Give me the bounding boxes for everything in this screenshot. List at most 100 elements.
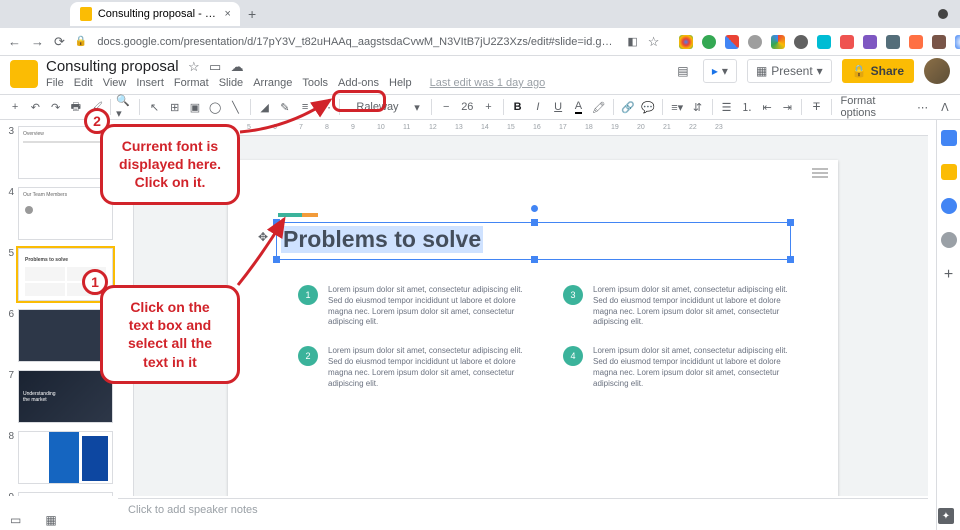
align-button[interactable]: ≡▾ [668,97,686,117]
title-textbox[interactable]: Problems to solve [276,222,791,260]
tasks-icon[interactable] [941,198,957,214]
tab-title: Consulting proposal - Google [98,8,219,20]
close-tab-icon[interactable]: × [225,8,230,20]
ext-icon[interactable] [748,35,762,49]
account-avatar[interactable] [924,58,950,84]
slideshow-dropdown[interactable]: ▸ ▾ [703,59,737,83]
increase-indent-button[interactable]: ⇥ [778,97,796,117]
last-edit-link[interactable]: Last edit was 1 day ago [430,77,546,89]
content-item[interactable]: 2Lorem ipsum dolor sit amet, consectetur… [298,346,533,389]
font-dropdown-icon[interactable]: ▾ [408,97,426,117]
decrease-indent-button[interactable]: ⇤ [758,97,776,117]
format-options-button[interactable]: Format options [837,95,912,119]
slide-thumbnail[interactable]: Understandingthe market [18,370,113,423]
filmstrip-view-icon[interactable]: ▭ [10,513,21,527]
undo-button[interactable]: ↶ [26,97,44,117]
ext-icon[interactable] [771,35,785,49]
docs-header: Consulting proposal ☆ ▭ ☁ FileEditViewIn… [0,56,960,94]
underline-button[interactable]: U [549,97,567,117]
textbox-tool[interactable]: ⊞ [166,97,184,117]
grid-view-icon[interactable]: ▦ [45,513,56,527]
forward-button[interactable]: → [31,34,44,49]
comments-icon[interactable]: ▤ [673,61,693,81]
print-button[interactable]: 🖶 [67,97,85,117]
slide-menu-icon[interactable] [812,168,828,178]
decrease-font-button[interactable]: − [437,97,455,117]
ext-icon[interactable] [909,35,923,49]
ext-icon[interactable] [794,35,808,49]
increase-font-button[interactable]: + [479,97,497,117]
redo-button[interactable]: ↷ [47,97,65,117]
menu-edit[interactable]: Edit [74,77,93,89]
text-color-button[interactable]: A [569,97,587,117]
comment-button[interactable]: 💬 [639,97,657,117]
slide-thumbnail[interactable] [18,492,113,496]
ext-icon[interactable] [679,35,693,49]
explore-button[interactable]: ✦ [938,508,954,524]
slide-thumbnail[interactable]: Our Team Members [18,187,113,240]
ext-icon[interactable] [932,35,946,49]
reload-button[interactable]: ⟳ [54,34,65,50]
slide-thumbnail[interactable] [18,431,113,484]
bold-button[interactable]: B [509,97,527,117]
menu-insert[interactable]: Insert [136,77,164,89]
menu-slide[interactable]: Slide [219,77,243,89]
content-item[interactable]: 1Lorem ipsum dolor sit amet, consectetur… [298,285,533,328]
back-button[interactable]: ← [8,34,21,49]
ext-icon[interactable] [863,35,877,49]
menu-help[interactable]: Help [389,77,412,89]
menu-format[interactable]: Format [174,77,209,89]
ext-icon[interactable] [840,35,854,49]
ext-icon[interactable] [702,35,716,49]
shape-tool[interactable]: ◯ [206,97,224,117]
content-item[interactable]: 4Lorem ipsum dolor sit amet, consectetur… [563,346,798,389]
add-addon-button[interactable]: + [941,266,957,282]
new-tab-button[interactable]: + [248,6,256,22]
highlight-button[interactable]: 🖍 [590,97,608,117]
clear-formatting-button[interactable]: T [807,97,825,117]
browser-tab[interactable]: Consulting proposal - Google × [70,2,240,26]
menu-file[interactable]: File [46,77,64,89]
slide-thumbnail[interactable] [18,309,113,362]
item-text: Lorem ipsum dolor sit amet, consectetur … [593,346,798,389]
menu-add-ons[interactable]: Add-ons [338,77,379,89]
toolbar-more-button[interactable]: ⋯ [914,97,932,117]
ext-icon[interactable] [886,35,900,49]
contacts-icon[interactable] [941,232,957,248]
ext-icon[interactable] [725,35,739,49]
ext-icon[interactable] [817,35,831,49]
browser-profile-icon[interactable] [938,9,948,19]
menu-arrange[interactable]: Arrange [253,77,292,89]
slides-logo-icon[interactable] [10,60,38,88]
star-omnibox-icon[interactable]: ☆ [648,34,660,50]
hide-menus-button[interactable]: ᐱ [936,97,954,117]
line-spacing-button[interactable]: ⇵ [688,97,706,117]
image-tool[interactable]: ▣ [186,97,204,117]
list-button[interactable]: ☰ [717,97,735,117]
star-icon[interactable]: ☆ [188,59,200,74]
italic-button[interactable]: I [529,97,547,117]
link-button[interactable]: 🔗 [619,97,637,117]
speaker-notes[interactable]: Click to add speaker notes [118,498,928,522]
qr-icon[interactable]: ◧ [627,35,637,48]
calendar-icon[interactable] [941,130,957,146]
annotation-highlight-fontbox [332,90,386,112]
zoom-button[interactable]: 🔍▾ [116,97,134,117]
menu-view[interactable]: View [103,77,127,89]
font-size-input[interactable]: 26 [457,101,477,113]
menu-tools[interactable]: Tools [302,77,328,89]
doc-title[interactable]: Consulting proposal [46,58,179,75]
keep-icon[interactable] [941,164,957,180]
slide-thumbnail[interactable]: Overview [18,126,113,179]
select-tool[interactable]: ↖ [145,97,163,117]
move-icon[interactable]: ▭ [209,59,221,74]
numbered-list-button[interactable]: ⒈ [738,97,756,117]
present-button[interactable]: ▦ Present ▾ [747,59,832,83]
slide-title[interactable]: Problems to solve [281,226,483,253]
slide[interactable]: Problems to solve ✥ 1Lorem ipsum dolor s… [228,160,838,496]
content-item[interactable]: 3Lorem ipsum dolor sit amet, consectetur… [563,285,798,328]
share-button[interactable]: 🔒 Share [842,59,914,83]
ext-icon[interactable] [955,35,960,49]
url-text[interactable]: docs.google.com/presentation/d/17pY3V_t8… [97,36,617,48]
new-slide-button[interactable]: + [6,97,24,117]
